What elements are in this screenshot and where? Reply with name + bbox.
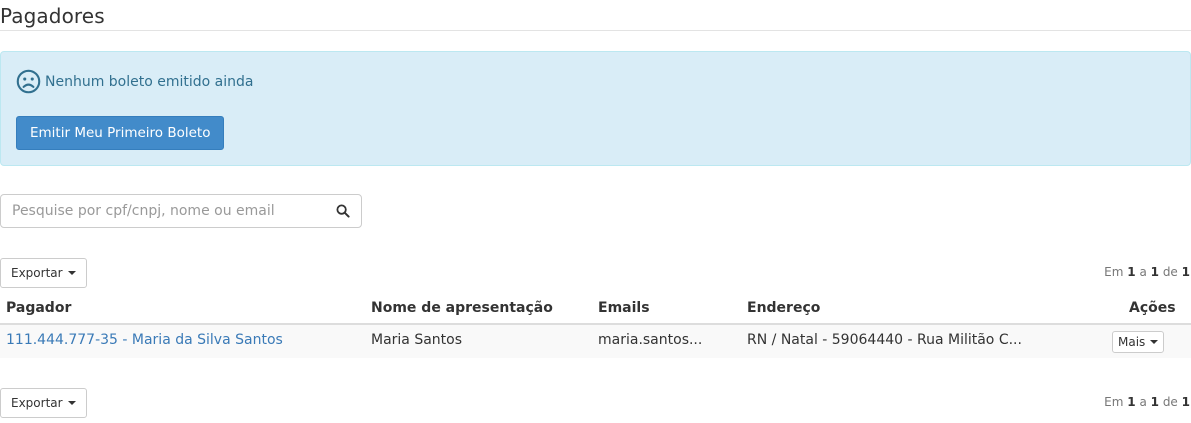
title-divider xyxy=(0,30,1191,31)
cell-email: maria.santos... xyxy=(598,332,703,348)
search-input[interactable] xyxy=(1,195,321,227)
caret-down-icon xyxy=(67,401,76,405)
search-box xyxy=(0,194,362,228)
cell-endereco: RN / Natal - 59064440 - Rua Militão C... xyxy=(747,332,1022,348)
export-label: Exportar xyxy=(11,396,63,410)
cell-nome: Maria Santos xyxy=(371,332,463,348)
column-header-pagador: Pagador xyxy=(6,300,72,316)
export-label: Exportar xyxy=(11,266,63,280)
search-icon[interactable] xyxy=(336,204,350,222)
issue-first-boleto-button[interactable]: Emitir Meu Primeiro Boleto xyxy=(16,116,225,150)
page-title: Pagadores xyxy=(0,4,105,28)
table-row: 111.444.777-35 - Maria da Silva Santos M… xyxy=(0,325,1191,358)
column-header-endereco: Endereço xyxy=(747,300,821,316)
alert-text: Nenhum boleto emitido ainda xyxy=(45,73,254,90)
more-actions-button[interactable]: Mais xyxy=(1112,331,1165,353)
more-label: Mais xyxy=(1118,335,1146,349)
table-header: Pagador Nome de apresentação Emails Ende… xyxy=(0,291,1191,325)
frown-icon xyxy=(16,69,45,94)
export-button-bottom[interactable]: Exportar xyxy=(0,388,87,418)
caret-down-icon xyxy=(1150,340,1159,344)
caret-down-icon xyxy=(67,271,76,275)
alert-message: Nenhum boleto emitido ainda xyxy=(16,69,253,94)
payer-link[interactable]: 111.444.777-35 - Maria da Silva Santos xyxy=(6,332,283,348)
pagination-info-top: Em 1 a 1 de 1 xyxy=(1104,265,1190,279)
pagination-info-bottom: Em 1 a 1 de 1 xyxy=(1104,395,1190,409)
export-button-top[interactable]: Exportar xyxy=(0,258,87,288)
column-header-acoes: Ações xyxy=(1129,300,1176,316)
column-header-emails: Emails xyxy=(598,300,650,316)
info-alert: Nenhum boleto emitido ainda Emitir Meu P… xyxy=(0,51,1191,166)
column-header-nome: Nome de apresentação xyxy=(371,300,553,316)
payers-table: Pagador Nome de apresentação Emails Ende… xyxy=(0,291,1191,358)
